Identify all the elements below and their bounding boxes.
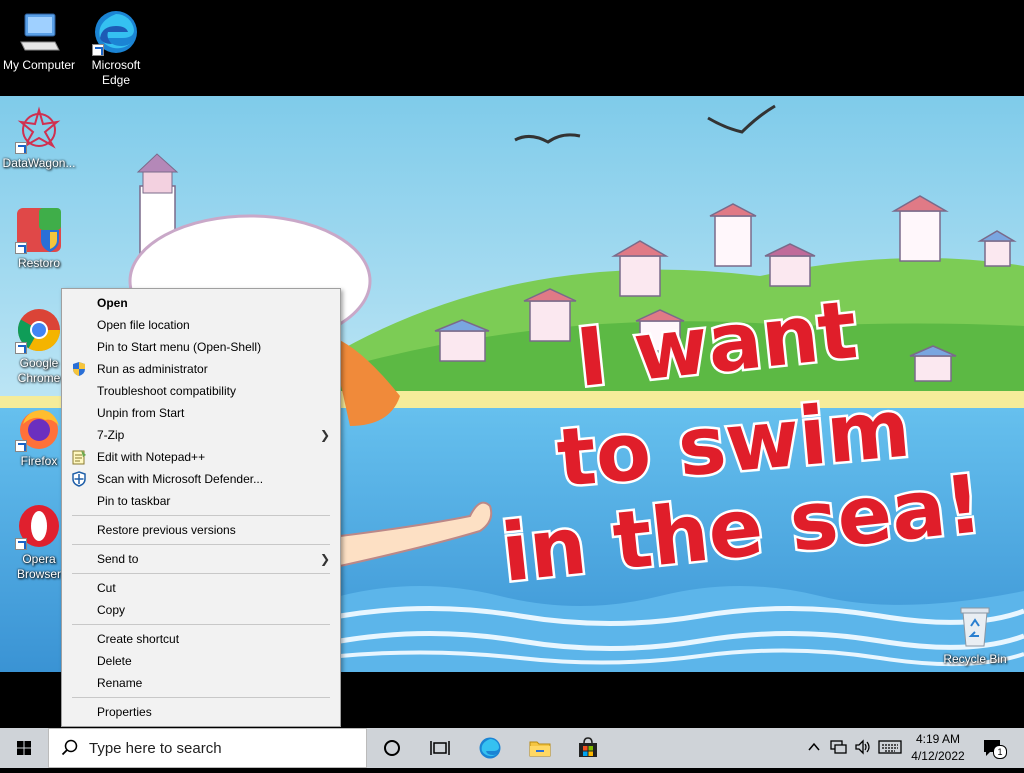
- store-icon: [579, 737, 597, 757]
- menu-item-run-as-admin[interactable]: Run as administrator: [62, 358, 340, 380]
- defender-shield-icon: [71, 471, 87, 487]
- menu-item-label: Send to: [97, 552, 139, 566]
- shortcut-arrow-icon: [15, 440, 27, 452]
- desktop-icon-label: Microsoft Edge: [91, 58, 141, 87]
- menu-item-label: Delete: [97, 654, 132, 668]
- desktop-icon-recycle-bin[interactable]: Recycle Bin: [937, 602, 1013, 667]
- folder-icon: [529, 741, 551, 757]
- menu-item-label: Troubleshoot compatibility: [97, 384, 236, 398]
- shortcut-arrow-icon: [92, 44, 104, 56]
- menu-item-label: Open file location: [97, 318, 190, 332]
- opera-icon: [15, 502, 63, 550]
- menu-separator: [72, 697, 330, 698]
- taskbar-clock[interactable]: 4:19 AM 4/12/2022: [906, 731, 970, 765]
- menu-item-label: Unpin from Start: [97, 406, 185, 420]
- network-icon[interactable]: [830, 739, 848, 755]
- notepad-plus-plus-icon: [71, 449, 87, 465]
- notification-count-badge: 1: [993, 745, 1007, 759]
- menu-separator: [72, 624, 330, 625]
- clock-time: 4:19 AM: [915, 732, 961, 746]
- menu-item-label: Restore previous versions: [97, 523, 236, 537]
- menu-item-label: Edit with Notepad++: [97, 450, 206, 464]
- keyboard-icon[interactable]: [878, 739, 902, 755]
- desktop-icon-label: My Computer: [2, 58, 76, 72]
- menu-item-label: Scan with Microsoft Defender...: [97, 472, 264, 486]
- computer-icon: [15, 8, 63, 56]
- task-view-button[interactable]: [416, 728, 464, 768]
- menu-item-delete[interactable]: Delete: [62, 650, 340, 672]
- desktop-icon-label: DataWagon...: [2, 156, 76, 170]
- action-center-button[interactable]: 1: [982, 738, 1007, 759]
- menu-item-edit-notepad[interactable]: Edit with Notepad++: [62, 446, 340, 468]
- menu-item-troubleshoot[interactable]: Troubleshoot compatibility: [62, 380, 340, 402]
- desktop-icon-datawagon[interactable]: DataWagon...: [1, 106, 77, 171]
- chevron-right-icon: ❯: [319, 428, 330, 442]
- cortana-button[interactable]: [368, 728, 416, 768]
- cortana-circle-icon: [384, 740, 400, 756]
- menu-item-unpin-from-start[interactable]: Unpin from Start: [62, 402, 340, 424]
- edge-icon: [479, 737, 501, 759]
- desktop-icon-label: Recycle Bin: [943, 652, 1007, 666]
- show-hidden-icons-chevron-icon[interactable]: [806, 739, 822, 755]
- menu-item-send-to[interactable]: Send to ❯: [62, 548, 340, 570]
- menu-item-pin-to-taskbar[interactable]: Pin to taskbar: [62, 490, 340, 512]
- windows-logo-icon: [17, 741, 31, 755]
- menu-item-label: Copy: [97, 603, 126, 617]
- menu-separator: [72, 573, 330, 574]
- restoro-icon: [15, 206, 63, 254]
- taskbar-store-button[interactable]: [564, 728, 612, 768]
- shortcut-arrow-icon: [15, 538, 27, 550]
- menu-item-label: Run as administrator: [97, 362, 208, 376]
- menu-item-label: Pin to Start menu (Open-Shell): [97, 340, 262, 354]
- taskbar-file-explorer-button[interactable]: [516, 728, 564, 768]
- menu-item-copy[interactable]: Copy: [62, 599, 340, 621]
- uac-shield-icon: [71, 361, 87, 377]
- task-view-icon: [430, 741, 450, 755]
- menu-item-pin-to-start[interactable]: Pin to Start menu (Open-Shell): [62, 336, 340, 358]
- desktop-icon-restoro[interactable]: Restoro: [1, 206, 77, 271]
- clock-date: 4/12/2022: [911, 749, 965, 763]
- menu-item-create-shortcut[interactable]: Create shortcut: [62, 628, 340, 650]
- firefox-icon: [15, 404, 63, 452]
- menu-item-open-file-location[interactable]: Open file location: [62, 314, 340, 336]
- desktop-icon-label: Restoro: [17, 256, 61, 270]
- menu-item-label: Open: [97, 296, 128, 310]
- menu-item-open[interactable]: Open: [62, 292, 340, 314]
- chrome-icon: [15, 306, 63, 354]
- menu-item-scan-defender[interactable]: Scan with Microsoft Defender...: [62, 468, 340, 490]
- search-placeholder: Type here to search: [89, 740, 222, 757]
- taskbar: Type here to search 4:19 AM 4/12/2022 1: [0, 728, 1024, 768]
- menu-item-label: Rename: [97, 676, 143, 690]
- start-button[interactable]: [0, 728, 48, 768]
- menu-item-cut[interactable]: Cut: [62, 577, 340, 599]
- menu-item-restore-previous-versions[interactable]: Restore previous versions: [62, 519, 340, 541]
- shortcut-arrow-icon: [15, 342, 27, 354]
- chevron-right-icon: ❯: [319, 552, 330, 566]
- desktop-icon-my-computer[interactable]: My Computer: [1, 8, 77, 73]
- menu-item-7zip[interactable]: 7-Zip ❯: [62, 424, 340, 446]
- edge-icon: [92, 8, 140, 56]
- menu-item-label: Cut: [97, 581, 116, 595]
- menu-item-label: 7-Zip: [97, 428, 125, 442]
- menu-item-label: Create shortcut: [97, 632, 180, 646]
- menu-separator: [72, 544, 330, 545]
- menu-item-rename[interactable]: Rename: [62, 672, 340, 694]
- menu-separator: [72, 515, 330, 516]
- menu-item-label: Properties: [97, 705, 152, 719]
- shortcut-arrow-icon: [15, 242, 27, 254]
- search-icon: [61, 739, 78, 756]
- datawagon-icon: [15, 106, 63, 154]
- recycle-bin-icon: [951, 602, 999, 650]
- taskbar-edge-button[interactable]: [466, 728, 514, 768]
- shortcut-arrow-icon: [15, 142, 27, 154]
- menu-item-properties[interactable]: Properties: [62, 701, 340, 723]
- volume-icon[interactable]: [854, 739, 872, 755]
- desktop-icon-microsoft-edge[interactable]: Microsoft Edge: [78, 8, 154, 88]
- taskbar-search-box[interactable]: Type here to search: [48, 728, 367, 768]
- menu-item-label: Pin to taskbar: [97, 494, 171, 508]
- context-menu: Open Open file location Pin to Start men…: [61, 288, 341, 727]
